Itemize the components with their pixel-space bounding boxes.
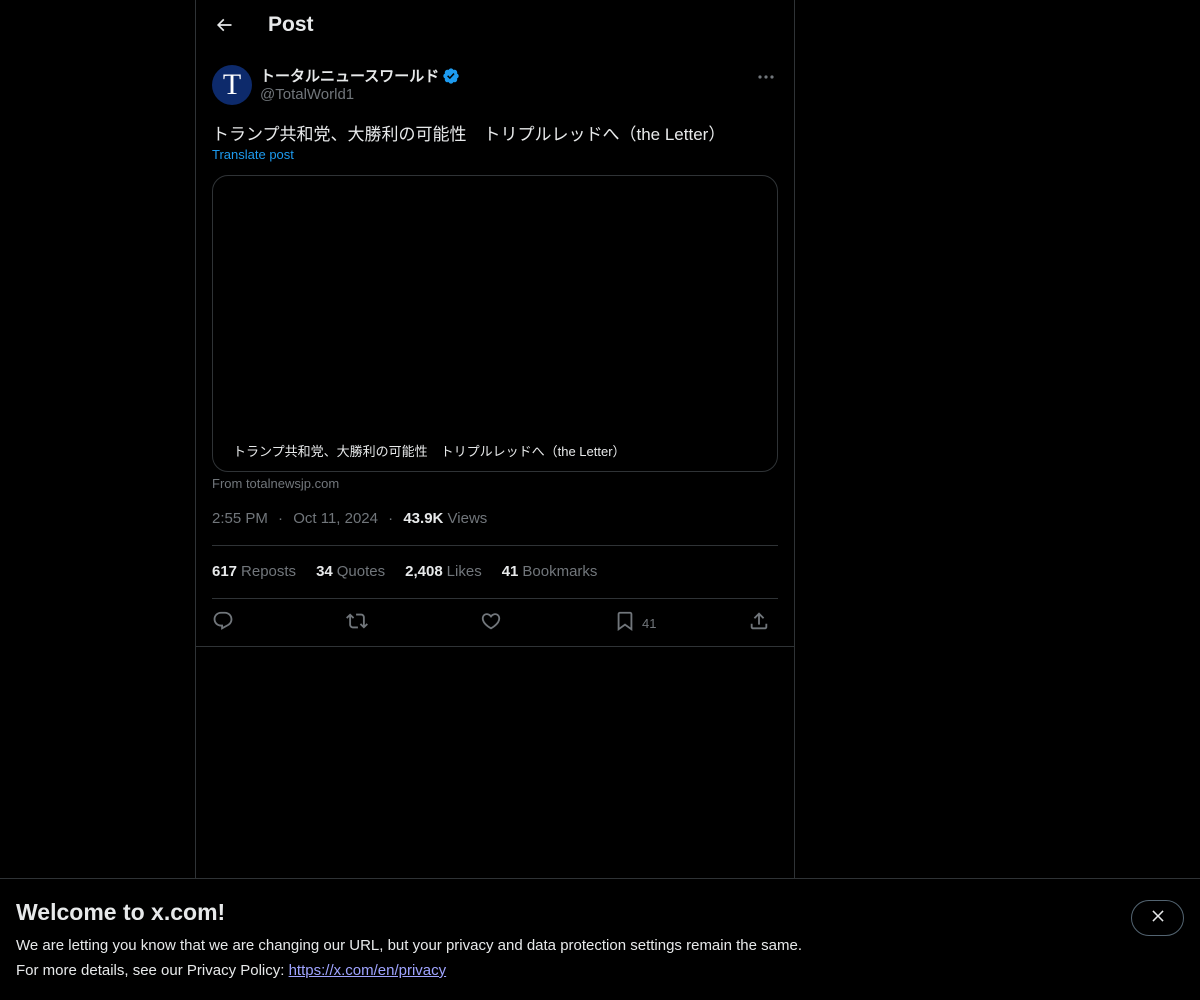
stat-likes[interactable]: 2,408 Likes [405, 563, 482, 580]
translate-post-link[interactable]: Translate post [212, 147, 294, 162]
views-label: Views [447, 510, 488, 527]
stat-label: Bookmarks [522, 563, 598, 580]
reply-button[interactable] [212, 610, 234, 636]
post-column: Post T トータルニュースワールド @TotalWorld1 トランプ共和党… [195, 0, 795, 1000]
post-text: トランプ共和党、大勝利の可能性 トリプルレッドへ（the Letter） [212, 125, 726, 144]
post-header: Post [196, 0, 794, 54]
stat-quotes[interactable]: 34 Quotes [316, 563, 385, 580]
stat-label: Reposts [241, 563, 297, 580]
bookmark-button[interactable]: 41 [614, 610, 656, 636]
page-title: Post [268, 13, 314, 36]
more-icon [758, 66, 774, 84]
engagement-stats: 617 Reposts 34 Quotes 2,408 Likes 41 Bookmar… [212, 563, 597, 580]
post-date[interactable]: Oct 11, 2024 [293, 510, 378, 527]
share-button[interactable] [748, 610, 770, 636]
banner-message: We are letting you know that we are chan… [16, 937, 802, 954]
separator: · [278, 510, 284, 527]
verified-badge-icon [442, 67, 460, 85]
avatar-letter: T [222, 68, 242, 101]
reply-icon [212, 610, 234, 637]
stat-label: Likes [446, 563, 482, 580]
author-name: トータルニュースワールド [260, 68, 440, 85]
card-source[interactable]: From totalnewsjp.com [212, 476, 339, 491]
link-card[interactable]: トランプ共和党、大勝利の可能性 トリプルレッドへ（the Letter） [212, 175, 778, 472]
stat-number: 41 [501, 563, 519, 580]
post-meta: 2:55 PM · Oct 11, 2024 · 43.9K Views [212, 510, 487, 527]
stat-reposts[interactable]: 617 Reposts [212, 563, 296, 580]
share-icon [748, 610, 770, 637]
bookmark-count: 41 [642, 615, 657, 631]
stat-bookmarks[interactable]: 41 Bookmarks [502, 563, 598, 580]
like-button[interactable] [480, 610, 502, 636]
repost-button[interactable] [346, 610, 368, 636]
welcome-banner: Welcome to x.com! We are letting you kno… [0, 878, 1200, 1000]
heart-icon [480, 610, 502, 637]
post-time[interactable]: 2:55 PM [212, 510, 268, 527]
stat-label: Quotes [336, 563, 386, 580]
divider [212, 545, 778, 546]
divider [212, 598, 778, 599]
views-count: 43.9K [403, 510, 444, 527]
author-handle[interactable]: @TotalWorld1 [260, 86, 354, 103]
stat-number: 34 [316, 563, 333, 580]
stat-number: 617 [212, 563, 238, 580]
bookmark-icon [614, 610, 636, 637]
avatar[interactable]: T [212, 65, 252, 105]
separator: · [388, 510, 394, 527]
banner-privacy-line: For more details, see our Privacy Policy… [16, 962, 446, 979]
author-name-row[interactable]: トータルニュースワールド [260, 65, 460, 86]
more-options-button[interactable] [754, 65, 778, 85]
repost-icon [346, 610, 368, 637]
banner-title: Welcome to x.com! [16, 899, 226, 925]
banner-privacy-prefix: For more details, see our Privacy Policy… [16, 962, 289, 979]
back-button[interactable] [206, 9, 242, 45]
action-bar: 41 [212, 610, 778, 636]
close-icon [1149, 907, 1167, 930]
privacy-policy-link[interactable]: https://x.com/en/privacy [289, 962, 447, 979]
banner-close-button[interactable] [1131, 900, 1184, 936]
arrow-left-icon [214, 15, 234, 40]
post-author: T トータルニュースワールド @TotalWorld1 [212, 65, 778, 105]
card-caption: トランプ共和党、大勝利の可能性 トリプルレッドへ（the Letter） [233, 444, 626, 459]
divider [196, 646, 794, 647]
stat-number: 2,408 [405, 563, 443, 580]
